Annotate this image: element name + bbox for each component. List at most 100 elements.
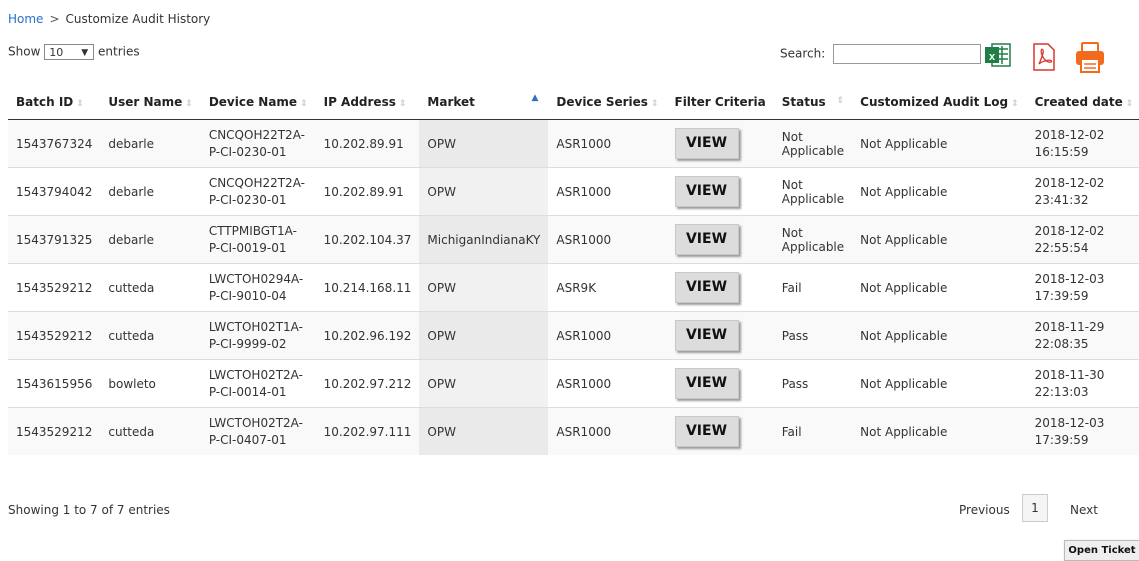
excel-icon[interactable]: x: [983, 40, 1013, 73]
market-cell: OPW: [419, 167, 549, 216]
table-row: 1543529212 cutteda LWCTOH02T1A- P-CI-9999…: [8, 311, 1139, 360]
ip-address-cell: 10.202.89.91: [315, 167, 420, 216]
sort-icon: ⇕: [300, 98, 308, 109]
ip-address-cell: 10.202.97.212: [315, 359, 420, 408]
device-series-cell: ASR1000: [548, 215, 667, 264]
table-row: 1543767324 debarle CNCQOH22T2A- P-CI-0230…: [8, 119, 1139, 168]
device-name-cell: CNCQOH22T2A- P-CI-0230-01: [200, 119, 316, 168]
entries-length-control: Show 10 ▼ entries: [8, 44, 140, 60]
table-row: 1543529212 cutteda LWCTOH02T2A- P-CI-0407…: [8, 407, 1139, 455]
view-button[interactable]: VIEW: [674, 176, 739, 207]
market-cell: OPW: [419, 311, 549, 360]
customized-audit-log-cell: Not Applicable: [852, 407, 1027, 455]
created-date-cell: 2018-12-02 22:55:54: [1026, 215, 1139, 264]
device-name-cell: LWCTOH0294A- P-CI-9010-04: [200, 263, 316, 312]
svg-text:x: x: [989, 51, 996, 63]
pagination-page-1[interactable]: 1: [1022, 494, 1048, 522]
ip-address-cell: 10.202.96.192: [315, 311, 420, 360]
customized-audit-log-cell: Not Applicable: [852, 167, 1027, 216]
column-header-ip-address[interactable]: IP Address ⇕: [315, 84, 420, 120]
column-header-status[interactable]: Status ⇕: [773, 84, 853, 120]
status-cell: Pass: [773, 359, 853, 408]
user-name-cell: cutteda: [100, 263, 201, 312]
status-cell: Fail: [773, 263, 853, 312]
column-header-customized-audit-log[interactable]: Customized Audit Log ⇕: [852, 84, 1027, 120]
batch-id-cell: 1543529212: [8, 311, 101, 360]
column-header-market[interactable]: Market ▲: [419, 84, 549, 120]
filter-criteria-cell: VIEW: [666, 215, 774, 264]
market-cell: OPW: [419, 407, 549, 455]
sort-icon: ⇕: [398, 98, 407, 109]
ip-address-cell: 10.202.104.37: [315, 215, 420, 264]
status-cell: Not Applicable: [773, 119, 853, 168]
breadcrumb-separator: >: [49, 12, 60, 26]
column-header-batch-id[interactable]: Batch ID ⇕: [8, 84, 101, 120]
breadcrumb: Home > Customize Audit History: [8, 12, 210, 26]
sort-icon: ⇕: [1125, 98, 1134, 109]
device-series-cell: ASR1000: [548, 311, 667, 360]
sort-icon: ⇕: [836, 96, 845, 106]
audit-history-table: Batch ID ⇕ User Name ⇕ Device Name ⇕ IP Add…: [8, 84, 1139, 455]
pdf-icon[interactable]: [1031, 42, 1057, 75]
table-header-row: Batch ID ⇕ User Name ⇕ Device Name ⇕ IP Add…: [8, 84, 1139, 120]
sort-ascending-icon: ▲: [531, 93, 539, 103]
device-series-cell: ASR1000: [548, 119, 667, 168]
pagination-previous[interactable]: Previous: [959, 503, 1010, 517]
view-button[interactable]: VIEW: [674, 224, 739, 255]
market-cell: MichiganIndianaKY: [419, 215, 549, 264]
device-name-cell: LWCTOH02T2A- P-CI-0407-01: [200, 407, 316, 455]
view-button[interactable]: VIEW: [674, 416, 739, 447]
user-name-cell: cutteda: [100, 407, 201, 455]
device-series-cell: ASR1000: [548, 407, 667, 455]
column-header-device-name[interactable]: Device Name ⇕: [200, 84, 316, 120]
ip-address-cell: 10.202.89.91: [315, 119, 420, 168]
market-cell: OPW: [419, 119, 549, 168]
created-date-cell: 2018-11-30 22:13:03: [1026, 359, 1139, 408]
filter-criteria-cell: VIEW: [666, 167, 774, 216]
filter-criteria-cell: VIEW: [666, 359, 774, 408]
created-date-cell: 2018-12-02 23:41:32: [1026, 167, 1139, 216]
status-cell: Fail: [773, 407, 853, 455]
breadcrumb-home-link[interactable]: Home: [8, 12, 43, 26]
created-date-cell: 2018-12-03 17:39:59: [1026, 407, 1139, 455]
breadcrumb-current: Customize Audit History: [65, 12, 211, 26]
search-input[interactable]: [833, 44, 982, 64]
column-header-filter-criteria: Filter Criteria: [666, 84, 774, 120]
batch-id-cell: 1543615956: [8, 359, 101, 408]
market-cell: OPW: [419, 263, 549, 312]
search-label: Search:: [780, 46, 826, 61]
view-button[interactable]: VIEW: [674, 128, 739, 159]
device-series-cell: ASR9K: [548, 263, 667, 312]
show-label: Show: [8, 44, 41, 59]
device-name-cell: LWCTOH02T1A- P-CI-9999-02: [200, 311, 316, 360]
view-button[interactable]: VIEW: [674, 320, 739, 351]
column-header-created-date[interactable]: Created date ⇕: [1026, 84, 1139, 120]
search-box: Search:: [780, 44, 982, 64]
status-cell: Not Applicable: [773, 167, 853, 216]
user-name-cell: debarle: [100, 119, 201, 168]
user-name-cell: debarle: [100, 215, 201, 264]
pagination-next[interactable]: Next: [1070, 503, 1098, 517]
entries-select[interactable]: 10 ▼: [44, 44, 95, 60]
open-ticket-button[interactable]: Open Ticket: [1064, 540, 1139, 561]
customized-audit-log-cell: Not Applicable: [852, 119, 1027, 168]
view-button[interactable]: VIEW: [674, 272, 739, 303]
created-date-cell: 2018-12-02 16:15:59: [1026, 119, 1139, 168]
ip-address-cell: 10.214.168.11: [315, 263, 420, 312]
column-header-device-series[interactable]: Device Series ⇕: [548, 84, 667, 120]
status-cell: Pass: [773, 311, 853, 360]
filter-criteria-cell: VIEW: [666, 119, 774, 168]
table-row: 1543615956 bowleto LWCTOH02T2A- P-CI-0014…: [8, 359, 1139, 408]
sort-icon: ⇕: [185, 98, 193, 109]
created-date-cell: 2018-11-29 22:08:35: [1026, 311, 1139, 360]
column-header-user-name[interactable]: User Name ⇕: [100, 84, 201, 120]
created-date-cell: 2018-12-03 17:39:59: [1026, 263, 1139, 312]
batch-id-cell: 1543767324: [8, 119, 101, 168]
ip-address-cell: 10.202.97.111: [315, 407, 420, 455]
batch-id-cell: 1543529212: [8, 407, 101, 455]
filter-criteria-cell: VIEW: [666, 407, 774, 455]
batch-id-cell: 1543529212: [8, 263, 101, 312]
device-name-cell: CTTPMIBGT1A- P-CI-0019-01: [200, 215, 316, 264]
print-icon[interactable]: [1073, 41, 1107, 78]
view-button[interactable]: VIEW: [674, 368, 739, 399]
